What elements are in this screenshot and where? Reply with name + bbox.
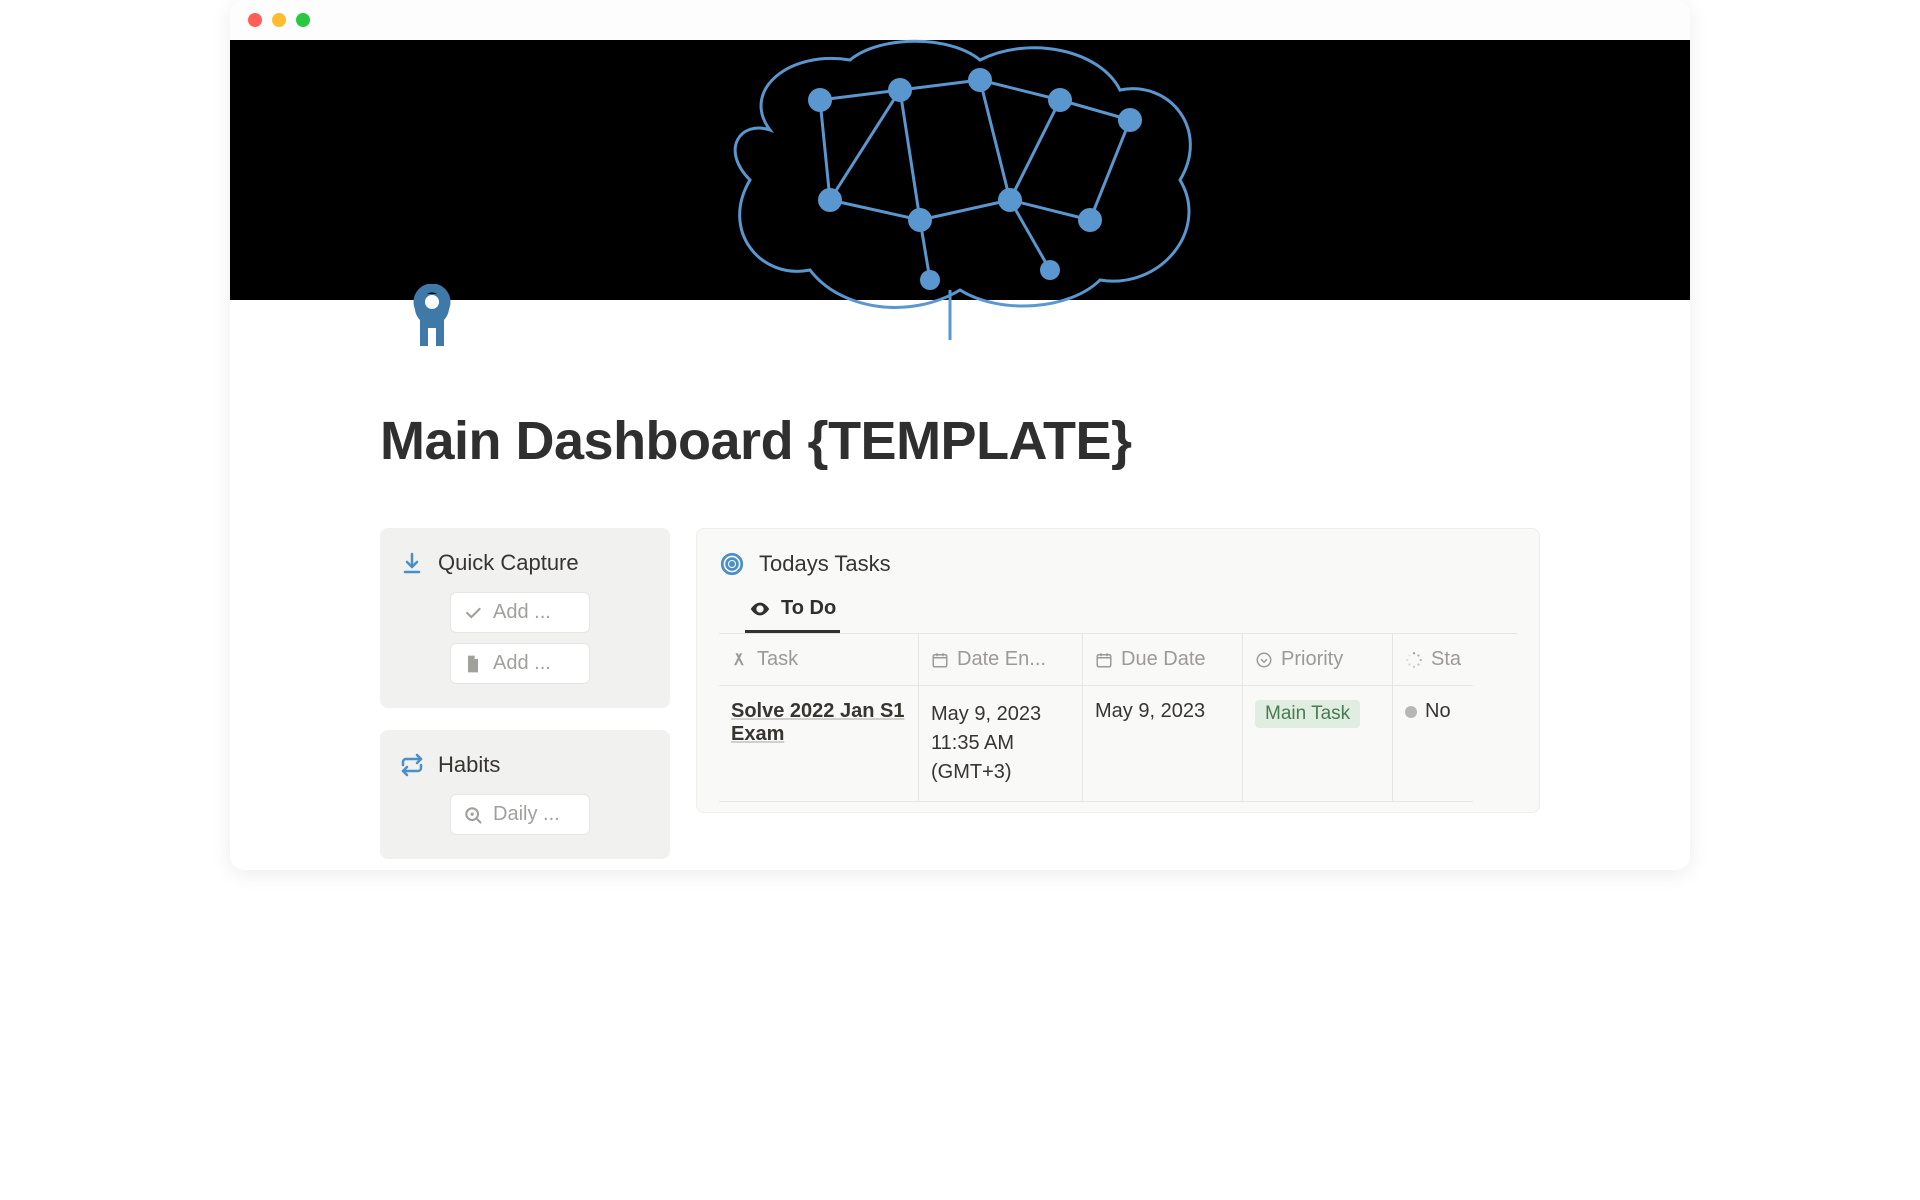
column-status[interactable]: Sta [1393,634,1473,686]
tab-to-do[interactable]: To Do [745,589,840,633]
column-due-date-label: Due Date [1121,648,1206,671]
document-icon [463,654,483,674]
cover-image[interactable] [230,40,1690,300]
cell-priority: Main Task [1243,686,1393,802]
tab-to-do-label: To Do [781,597,836,620]
table-row[interactable]: Solve 2022 Jan S1 Exam May 9, 2023 11:35… [719,686,1517,802]
habits-card: Habits Daily ... [380,730,670,859]
window-maximize-button[interactable] [296,13,310,27]
columns-layout: Quick Capture Add ... Add ... [380,528,1540,859]
daily-habits-label: Daily ... [493,803,560,826]
todays-tasks-card: Todays Tasks To Do [696,528,1540,813]
column-priority[interactable]: Priority [1243,634,1393,686]
repeat-icon [400,753,424,777]
window-minimize-button[interactable] [272,13,286,27]
tasks-table: Task Date En... Due Date [719,633,1517,802]
cell-task-name[interactable]: Solve 2022 Jan S1 Exam [719,686,919,802]
status-label: No [1425,700,1451,723]
check-icon [463,603,483,623]
column-due-date[interactable]: Due Date [1083,634,1243,686]
todays-tasks-title: Todays Tasks [759,551,891,577]
download-icon [400,551,424,575]
status-chip[interactable]: No [1405,700,1461,723]
habits-header: Habits [400,752,650,778]
add-note-button[interactable]: Add ... [450,643,590,684]
status-dot-icon [1405,706,1417,718]
search-target-icon [463,805,483,825]
page-content: Main Dashboard {TEMPLATE} Quick Capture [230,300,1690,859]
text-icon [731,651,749,669]
habits-title: Habits [438,752,500,778]
column-date-entered[interactable]: Date En... [919,634,1083,686]
column-task-label: Task [757,648,798,671]
app-window: Main Dashboard {TEMPLATE} Quick Capture [230,0,1690,870]
column-date-entered-label: Date En... [957,648,1046,671]
table-header-row: Task Date En... Due Date [719,634,1517,686]
window-close-button[interactable] [248,13,262,27]
calendar-icon [931,651,949,669]
column-task[interactable]: Task [719,634,919,686]
page-icon[interactable] [400,284,464,348]
cell-due-date: May 9, 2023 [1083,686,1243,802]
cell-status: No [1393,686,1473,802]
calendar-icon [1095,651,1113,669]
page-title[interactable]: Main Dashboard {TEMPLATE} [380,410,1540,472]
chevron-down-circle-icon [1255,651,1273,669]
quick-capture-card: Quick Capture Add ... Add ... [380,528,670,708]
brain-network-illustration [700,30,1220,340]
quick-capture-title: Quick Capture [438,550,579,576]
column-status-label: Sta [1431,648,1461,671]
add-task-label: Add ... [493,601,551,624]
todays-tasks-header: Todays Tasks [719,551,1517,577]
quick-capture-header: Quick Capture [400,550,650,576]
add-task-button[interactable]: Add ... [450,592,590,633]
add-note-label: Add ... [493,652,551,675]
eye-icon [749,598,771,620]
right-column: Todays Tasks To Do [696,528,1540,859]
column-priority-label: Priority [1281,648,1343,671]
left-column: Quick Capture Add ... Add ... [380,528,670,859]
loading-icon [1405,651,1423,669]
cell-date-entered: May 9, 2023 11:35 AM (GMT+3) [919,686,1083,802]
view-tabs: To Do [745,589,1517,633]
target-icon [719,551,745,577]
daily-habits-button[interactable]: Daily ... [450,794,590,835]
priority-tag[interactable]: Main Task [1255,700,1360,728]
